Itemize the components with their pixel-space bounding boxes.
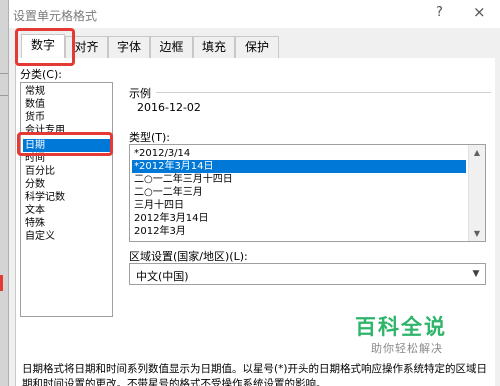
type-item[interactable]: *2012/3/14	[132, 147, 466, 160]
category-item[interactable]: 货币	[23, 111, 110, 124]
sample-label: 示例	[129, 87, 151, 100]
scroll-up-icon[interactable]: ▲	[469, 145, 485, 160]
spreadsheet-gridline	[0, 73, 8, 74]
category-item[interactable]: 文本	[23, 204, 110, 217]
category-item[interactable]: 分数	[23, 178, 110, 191]
chevron-down-icon[interactable]: ▼	[467, 264, 485, 284]
category-item[interactable]: 数值	[23, 98, 110, 111]
dialog-title: 设置单元格格式	[13, 9, 98, 23]
type-item[interactable]: 三月十四日	[132, 199, 466, 212]
format-description: 日期格式将日期和时间系列数值显示为日期值。以星号(*)开头的日期格式响应操作系统…	[22, 363, 487, 386]
locale-value: 中文(中国)	[136, 270, 189, 283]
category-label: 分类(C):	[20, 68, 62, 81]
close-button[interactable]: ×	[473, 3, 486, 21]
number-tab-panel: 分类(C): 常规 数值 货币 会计专用 日期 时间 百分比 分数 科学记数 文…	[15, 58, 495, 386]
spreadsheet-edge	[0, 0, 8, 386]
locale-label: 区域设置(国家/地区)(L):	[129, 250, 248, 263]
tab-protection[interactable]: 保护	[235, 36, 279, 58]
type-item-selected[interactable]: *2012年3月14日	[132, 160, 466, 173]
category-list[interactable]: 常规 数值 货币 会计专用 日期 时间 百分比 分数 科学记数 文本 特殊 自定…	[20, 82, 113, 317]
watermark-subtitle: 助你轻松解决	[371, 342, 443, 355]
format-cells-dialog: 设置单元格格式 ? × 数字 对齐 字体 边框 填充 保护 分类(C): 常规 …	[8, 0, 500, 386]
dialog-titlebar: 设置单元格格式 ? ×	[9, 0, 500, 28]
watermark-title: 百科全说	[355, 315, 447, 339]
sample-value: 2016-12-02	[137, 101, 201, 114]
tab-fill[interactable]: 填充	[193, 36, 235, 58]
help-button[interactable]: ?	[436, 5, 443, 20]
spreadsheet-gridline	[0, 95, 8, 96]
category-item[interactable]: 特殊	[23, 217, 110, 230]
category-item[interactable]: 自定义	[23, 230, 110, 243]
category-item[interactable]: 科学记数	[23, 191, 110, 204]
tab-font[interactable]: 字体	[108, 36, 150, 58]
type-item[interactable]: 二○一二年三月十四日	[132, 173, 466, 186]
type-label: 类型(T):	[129, 131, 171, 144]
type-list-scrollbar[interactable]: ▲ ▼	[468, 145, 485, 241]
sample-divider	[156, 92, 491, 93]
type-item[interactable]: 2012年3月14日	[132, 212, 466, 225]
locale-select[interactable]: 中文(中国) ▼	[129, 263, 486, 285]
category-item[interactable]: 常规	[23, 85, 110, 98]
scroll-down-icon[interactable]: ▼	[469, 226, 485, 241]
type-item[interactable]: 2012年3月	[132, 225, 466, 238]
tab-border[interactable]: 边框	[150, 36, 193, 58]
type-list[interactable]: *2012/3/14 *2012年3月14日 二○一二年三月十四日 二○一二年三…	[129, 144, 486, 242]
category-item[interactable]: 百分比	[23, 165, 110, 178]
type-item[interactable]: 二○一二年三月	[132, 186, 466, 199]
tab-highlight-annotation	[15, 28, 75, 66]
category-highlight-annotation	[17, 132, 113, 156]
spreadsheet-red-marker	[0, 275, 3, 291]
